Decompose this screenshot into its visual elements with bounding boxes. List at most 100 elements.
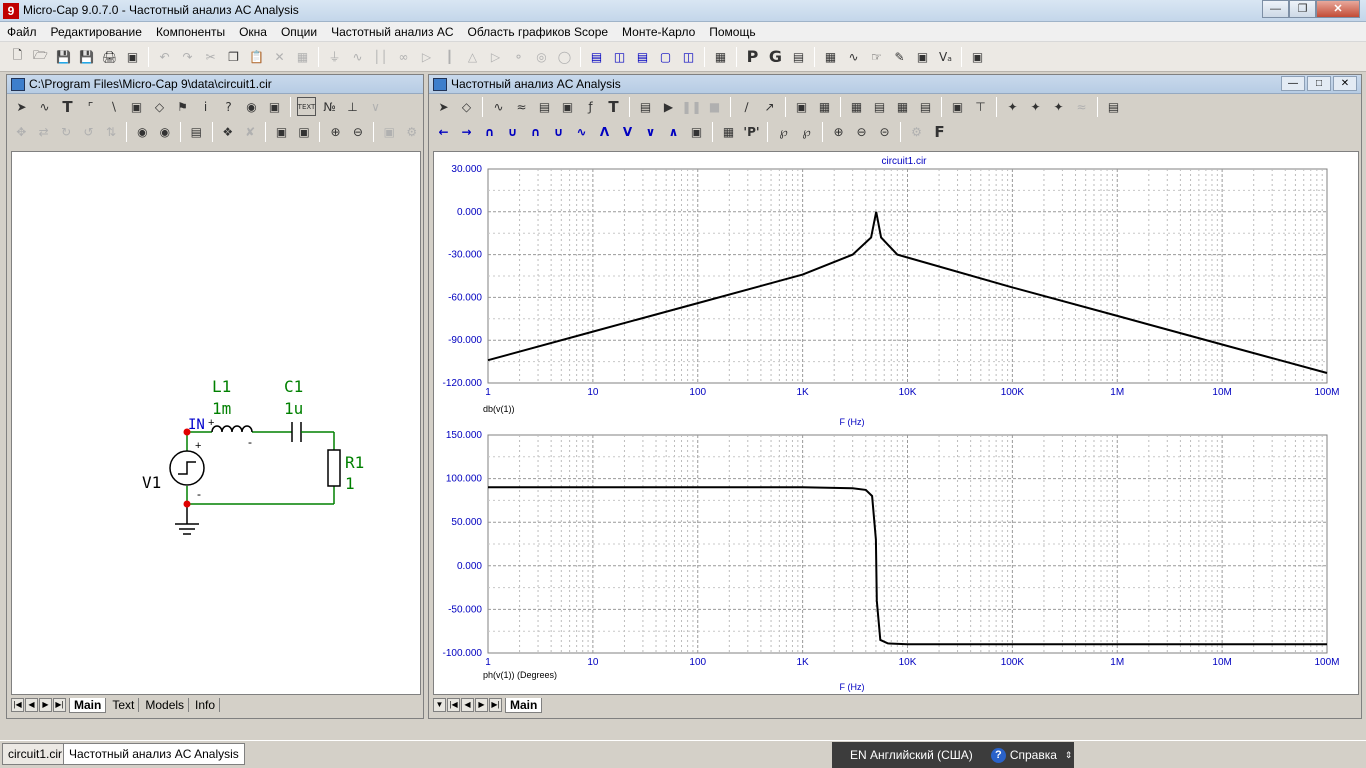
curve-tool-icon[interactable]: ∿ (489, 97, 508, 116)
zoom-in-icon[interactable]: ⊕ (326, 122, 344, 141)
baseline-icon[interactable]: ▣ (948, 97, 967, 116)
tab-next-icon[interactable]: ▶ (475, 698, 488, 712)
component-icon[interactable]: ▣ (127, 97, 146, 116)
tag-vertical-icon[interactable]: ℘ (774, 122, 793, 141)
tab-next-icon[interactable]: ▶ (39, 698, 52, 712)
arrow-line-icon[interactable]: ↗ (760, 97, 779, 116)
cascade-windows-icon[interactable]: ▤ (587, 47, 606, 66)
numeric-output-icon[interactable]: ▦ (719, 122, 738, 141)
help-icon[interactable]: ? (990, 747, 1006, 763)
bulb-icon[interactable]: ◯ (555, 47, 574, 66)
help-cursor-icon[interactable]: ? (219, 97, 238, 116)
menu-components[interactable]: Компоненты (149, 25, 232, 39)
tab-dropdown-icon[interactable]: ▼ (433, 698, 446, 712)
tab-text[interactable]: Text (108, 698, 140, 712)
settings-icon[interactable]: ⚙ (403, 122, 421, 141)
text-box-icon[interactable]: TEXT (297, 97, 316, 116)
settings-icon[interactable]: ⚙ (907, 122, 926, 141)
line-icon[interactable]: ∕ (737, 97, 756, 116)
font-icon[interactable]: F (930, 122, 949, 141)
p-icon[interactable]: P (743, 47, 762, 66)
text-tool-icon[interactable]: T (58, 97, 77, 116)
cancel-icon[interactable]: ✘ (241, 122, 259, 141)
save-icon[interactable]: 💾 (54, 47, 73, 66)
wire-icon[interactable]: ⌜ (81, 97, 100, 116)
plot-window-icon[interactable]: ▣ (792, 97, 811, 116)
pause-icon[interactable]: ❚❚ (681, 97, 701, 116)
task-circuit[interactable]: circuit1.cir (2, 743, 69, 765)
vtp-icon[interactable]: ∨ (366, 97, 385, 116)
g-icon[interactable]: G (766, 47, 785, 66)
tag-horizontal-icon[interactable]: ℘ (797, 122, 816, 141)
shape-icon[interactable]: ◇ (150, 97, 169, 116)
battery-icon[interactable]: ┃ (440, 47, 459, 66)
global-low-icon[interactable]: V (618, 122, 637, 141)
stop-icon[interactable]: ■ (705, 97, 724, 116)
palette-icon[interactable]: ▣ (265, 97, 284, 116)
select-arrow-icon[interactable]: ➤ (434, 97, 453, 116)
stop-icon[interactable]: ❖ (219, 122, 237, 141)
menu-scope[interactable]: Область графиков Scope (461, 25, 616, 39)
analysis-window-icon[interactable]: ▣ (968, 47, 987, 66)
palette-icon[interactable]: ▣ (687, 122, 706, 141)
maximize-button[interactable]: ❐ (1289, 0, 1316, 18)
menu-options[interactable]: Опции (274, 25, 324, 39)
zoom-fit-icon[interactable]: ⊝ (875, 122, 894, 141)
find-icon[interactable]: ◉ (133, 122, 151, 141)
menu-edit[interactable]: Редактирование (44, 25, 149, 39)
fo-tool-icon[interactable]: ƒ (581, 97, 600, 116)
opamp-icon[interactable]: ▷ (486, 47, 505, 66)
redo-icon[interactable]: ↷ (178, 47, 197, 66)
task-analysis[interactable]: Частотный анализ AC Analysis (63, 743, 245, 765)
grid-toggle-icon[interactable]: ▦ (815, 97, 834, 116)
select-arrow-icon[interactable]: ➤ (12, 97, 31, 116)
menu-help[interactable]: Помощь (702, 25, 762, 39)
p-label-icon[interactable]: 'P' (742, 122, 761, 141)
help-label[interactable]: Справка (1010, 748, 1057, 762)
grid-icon[interactable]: ▦ (821, 47, 840, 66)
cursor-left-icon[interactable]: ← (434, 122, 453, 141)
find-next-icon[interactable]: ◉ (156, 122, 174, 141)
run-icon[interactable]: ▶ (659, 97, 678, 116)
analysis-close-button[interactable]: ✕ (1333, 76, 1357, 91)
flip-icon[interactable]: ↺ (79, 122, 97, 141)
high-icon[interactable]: ∩ (526, 122, 545, 141)
text-tool-icon[interactable]: T (604, 97, 623, 116)
axis-grid-icon[interactable]: ▦ (847, 97, 866, 116)
menu-monte-carlo[interactable]: Монте-Карло (615, 25, 702, 39)
properties-icon[interactable]: ▤ (1104, 97, 1123, 116)
open-file-icon[interactable]: 🗁 (31, 47, 50, 66)
tab-main[interactable]: Main (505, 697, 543, 713)
tab-first-icon[interactable]: |◀ (447, 698, 460, 712)
flag-icon[interactable]: ⚑ (173, 97, 192, 116)
select-all-icon[interactable]: ▦ (293, 47, 312, 66)
tab-prev-icon[interactable]: ◀ (461, 698, 474, 712)
slope-icon[interactable]: ✦ (1049, 97, 1068, 116)
rotate-icon[interactable]: ↻ (57, 122, 75, 141)
minimize-button[interactable]: — (1262, 0, 1289, 18)
undo-icon[interactable]: ↶ (155, 47, 174, 66)
pages-icon[interactable]: ▣ (295, 122, 313, 141)
table-icon[interactable]: ▤ (789, 47, 808, 66)
shape-icon[interactable]: ◇ (457, 97, 476, 116)
valley-find-icon[interactable]: ∪ (503, 122, 522, 141)
save-all-icon[interactable]: 💾 (77, 47, 96, 66)
mirror-icon[interactable]: ⇄ (34, 122, 52, 141)
dotted-grid-icon[interactable]: ▤ (916, 97, 935, 116)
waveform-icon[interactable]: ∿ (844, 47, 863, 66)
tab-prev-icon[interactable]: ◀ (25, 698, 38, 712)
globe-icon[interactable]: ◉ (242, 97, 261, 116)
cut-icon[interactable]: ✂ (201, 47, 220, 66)
source-icon[interactable]: ◎ (532, 47, 551, 66)
diode-icon[interactable]: ▷ (417, 47, 436, 66)
scale-tool-icon[interactable]: ▤ (535, 97, 554, 116)
language-indicator[interactable]: EN Английский (США) (850, 748, 973, 762)
cursor-right-icon[interactable]: → (457, 122, 476, 141)
tab-info[interactable]: Info (191, 698, 221, 712)
wave-tool-icon[interactable]: ≈ (512, 97, 531, 116)
horizontal-cursor-icon[interactable]: ⊤ (971, 97, 990, 116)
node-numbers-icon[interactable]: № (320, 97, 339, 116)
zoom-in-icon[interactable]: ⊕ (829, 122, 848, 141)
tab-models[interactable]: Models (141, 698, 190, 712)
print-icon[interactable]: 🖨 (100, 47, 119, 66)
